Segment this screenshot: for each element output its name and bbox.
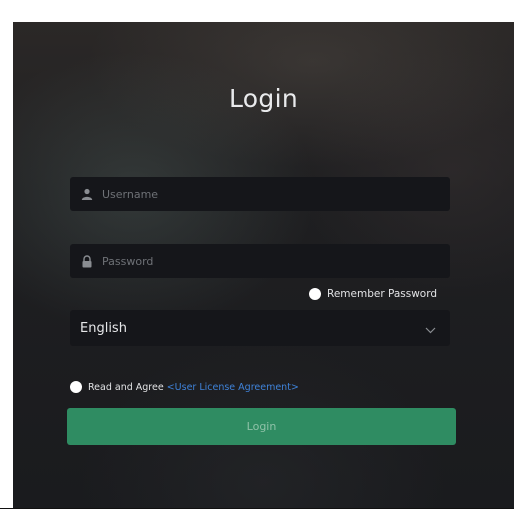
chevron-down-icon <box>425 319 436 338</box>
remember-password-radio[interactable] <box>309 288 321 300</box>
agree-radio[interactable] <box>70 381 82 393</box>
password-input[interactable] <box>102 254 450 268</box>
agreement-row: Read and Agree <User License Agreement> <box>70 381 299 393</box>
remember-password-label: Remember Password <box>327 288 438 300</box>
agree-label: Read and Agree <box>88 381 164 393</box>
username-field[interactable] <box>70 177 450 211</box>
language-select[interactable]: English <box>70 310 450 346</box>
license-agreement-link[interactable]: <User License Agreement> <box>167 382 299 393</box>
language-value: English <box>80 320 127 336</box>
user-icon <box>80 187 94 201</box>
username-input[interactable] <box>102 187 450 201</box>
page-title: Login <box>229 84 298 113</box>
remember-password-toggle[interactable]: Remember Password <box>309 288 437 300</box>
login-panel: Login Remember Password English <box>13 22 514 508</box>
password-field[interactable] <box>70 244 450 278</box>
login-button[interactable]: Login <box>67 408 456 445</box>
lock-icon <box>80 254 94 268</box>
